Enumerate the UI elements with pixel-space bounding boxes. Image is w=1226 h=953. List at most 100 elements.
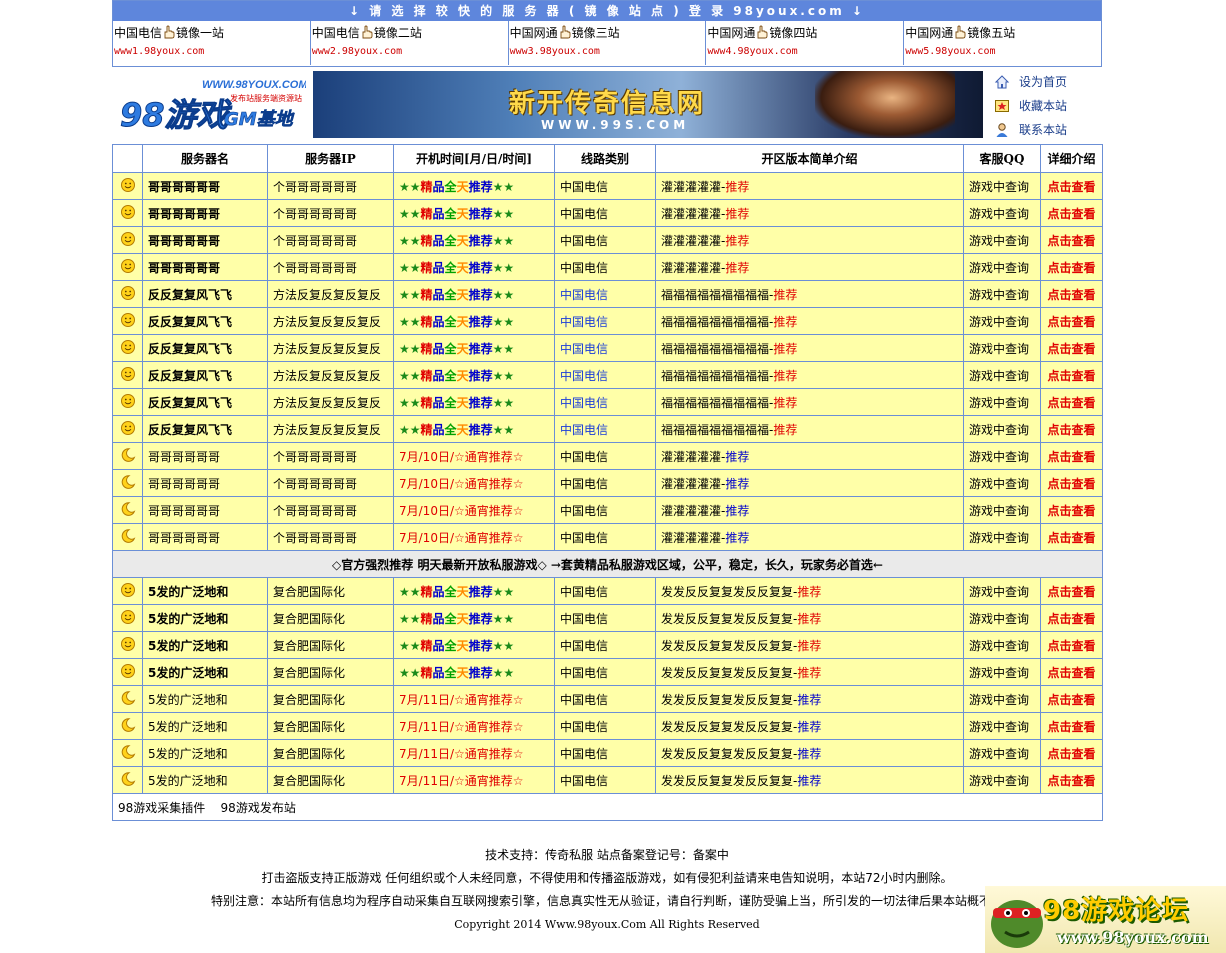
detail-link[interactable]: 点击查看 <box>1040 631 1103 659</box>
detail-link[interactable]: 点击查看 <box>1040 766 1103 794</box>
rec-part: ★★ <box>399 314 421 329</box>
server-name[interactable]: 哥哥哥哥哥哥 <box>142 469 268 497</box>
intro-text: 灌灌灌灌灌- <box>661 179 726 194</box>
publish-site-link[interactable]: 98游戏发布站 <box>221 801 296 815</box>
server-name[interactable]: 哥哥哥哥哥哥 <box>142 442 268 470</box>
banner-ad[interactable]: 新开传奇信息网 WWW.99S.COM <box>313 71 983 138</box>
moon-icon <box>120 528 136 547</box>
detail-link[interactable]: 点击查看 <box>1040 523 1103 551</box>
rec-part: ★★ <box>492 179 515 194</box>
server-name[interactable]: 5发的广泛地和 <box>142 685 268 713</box>
mirror-site-5[interactable]: 中国网通 镜像五站 www5.98youx.com <box>904 21 1101 65</box>
detail-link[interactable]: 点击查看 <box>1040 253 1103 281</box>
server-name[interactable]: 5发的广泛地和 <box>142 658 268 686</box>
detail-link[interactable]: 点击查看 <box>1040 307 1103 335</box>
rec-part: ★★ <box>399 179 421 194</box>
site-logo[interactable]: WWW.98YOUX.COM 发布站服务端资源站 98游戏 GM基地 <box>118 76 309 136</box>
table-row: 哥哥哥哥哥哥 个哥哥哥哥哥哥 ★★精品全天推荐★★ 中国电信 灌灌灌灌灌-推荐 游戏中查询… <box>112 253 1103 281</box>
detail-link[interactable]: 点击查看 <box>1040 604 1103 632</box>
rec-part: 品 <box>432 638 445 653</box>
status-cell <box>112 604 143 632</box>
detail-link[interactable]: 点击查看 <box>1040 685 1103 713</box>
server-name[interactable]: 5发的广泛地和 <box>142 712 268 740</box>
smiley-icon <box>120 366 136 385</box>
rec-part: 品 <box>432 611 445 626</box>
server-name[interactable]: 5发的广泛地和 <box>142 604 268 632</box>
banner-title: 新开传奇信息网 <box>509 89 706 119</box>
line-type: 中国电信 <box>554 658 656 686</box>
server-name[interactable]: 哥哥哥哥哥哥 <box>142 172 268 200</box>
collector-plugin-link[interactable]: 98游戏采集插件 <box>118 801 205 815</box>
side-link-3[interactable]: 联系本站 <box>994 118 1094 142</box>
service-qq: 游戏中查询 <box>963 685 1041 713</box>
server-name[interactable]: 哥哥哥哥哥哥 <box>142 253 268 281</box>
detail-link[interactable]: 点击查看 <box>1040 199 1103 227</box>
detail-link[interactable]: 点击查看 <box>1040 361 1103 389</box>
side-link-1[interactable]: 设为首页 <box>994 70 1094 94</box>
mirror-url[interactable]: www2.98youx.com <box>312 43 508 61</box>
version-intro: 发发反反复复发反反复复-推荐 <box>655 685 964 713</box>
mirror-site-4[interactable]: 中国网通 镜像四站 www4.98youx.com <box>706 21 905 65</box>
rec-part: 天 <box>456 368 469 383</box>
status-cell <box>112 172 143 200</box>
version-intro: 福福福福福福福福福-推荐 <box>655 361 964 389</box>
smiley-icon <box>120 663 136 682</box>
server-name[interactable]: 反反复复风飞飞 <box>142 388 268 416</box>
mirror-url[interactable]: www4.98youx.com <box>707 43 903 61</box>
open-time: 7月/11日/☆通宵推荐☆ <box>393 766 555 794</box>
detail-link[interactable]: 点击查看 <box>1040 658 1103 686</box>
version-intro: 发发反反复复发反反复复-推荐 <box>655 712 964 740</box>
server-name[interactable]: 反反复复风飞飞 <box>142 361 268 389</box>
server-name[interactable]: 反反复复风飞飞 <box>142 307 268 335</box>
detail-link[interactable]: 点击查看 <box>1040 442 1103 470</box>
server-name[interactable]: 5发的广泛地和 <box>142 739 268 767</box>
status-cell <box>112 658 143 686</box>
detail-link[interactable]: 点击查看 <box>1040 739 1103 767</box>
server-name[interactable]: 反反复复风飞飞 <box>142 334 268 362</box>
mirror-site-2[interactable]: 中国电信 镜像二站 www2.98youx.com <box>311 21 509 65</box>
detail-link[interactable]: 点击查看 <box>1040 469 1103 497</box>
rec-part: ★★ <box>492 422 515 437</box>
header-server-ip: 服务器IP <box>267 144 394 173</box>
server-name[interactable]: 哥哥哥哥哥哥 <box>142 226 268 254</box>
server-name[interactable]: 反反复复风飞飞 <box>142 415 268 443</box>
server-name[interactable]: 反反复复风飞飞 <box>142 280 268 308</box>
smiley-icon <box>120 312 136 331</box>
detail-link[interactable]: 点击查看 <box>1040 712 1103 740</box>
mirror-url[interactable]: www1.98youx.com <box>114 43 310 61</box>
moon-icon <box>120 717 136 736</box>
mirror-url[interactable]: www3.98youx.com <box>510 43 706 61</box>
footer-copyright-notice: 打击盗版支持正版游戏 任何组织或个人未经同意，不得使用和传播盗版游戏，如有侵犯利… <box>261 871 953 885</box>
rec-part: 推荐 <box>468 638 493 653</box>
detail-link[interactable]: 点击查看 <box>1040 334 1103 362</box>
header-detail: 详细介绍 <box>1040 144 1103 173</box>
rec-part: ★★ <box>492 584 515 599</box>
detail-link[interactable]: 点击查看 <box>1040 172 1103 200</box>
server-name[interactable]: 哥哥哥哥哥哥 <box>142 523 268 551</box>
mirror-site-3[interactable]: 中国网通 镜像三站 www3.98youx.com <box>509 21 707 65</box>
service-qq: 游戏中查询 <box>963 658 1041 686</box>
mirror-site-1[interactable]: 中国电信 镜像一站 www1.98youx.com <box>113 21 311 65</box>
forum-badge[interactable]: 98游戏论坛 www.98youx.com <box>985 886 1226 953</box>
server-name[interactable]: 5发的广泛地和 <box>142 631 268 659</box>
rec-part: 精 <box>420 611 433 626</box>
banner-warrior-figure <box>815 71 955 138</box>
detail-link[interactable]: 点击查看 <box>1040 496 1103 524</box>
server-name[interactable]: 哥哥哥哥哥哥 <box>142 199 268 227</box>
server-name[interactable]: 5发的广泛地和 <box>142 766 268 794</box>
detail-link[interactable]: 点击查看 <box>1040 415 1103 443</box>
detail-link[interactable]: 点击查看 <box>1040 280 1103 308</box>
detail-link[interactable]: 点击查看 <box>1040 226 1103 254</box>
rec-part: 精 <box>420 314 433 329</box>
server-name[interactable]: 5发的广泛地和 <box>142 577 268 605</box>
mirror-url[interactable]: www5.98youx.com <box>905 43 1101 61</box>
detail-link[interactable]: 点击查看 <box>1040 388 1103 416</box>
intro-text: 灌灌灌灌灌- <box>661 449 726 464</box>
detail-link[interactable]: 点击查看 <box>1040 577 1103 605</box>
table-row: 5发的广泛地和 复合肥国际化 ★★精品全天推荐★★ 中国电信 发发反反复复发反反复复-推… <box>112 577 1103 605</box>
server-name[interactable]: 哥哥哥哥哥哥 <box>142 496 268 524</box>
rec-part: ★★ <box>492 206 515 221</box>
rec-part: ★★ <box>492 665 515 680</box>
version-intro: 发发反反复复发反反复复-推荐 <box>655 631 964 659</box>
side-link-2[interactable]: 收藏本站 <box>994 94 1094 118</box>
